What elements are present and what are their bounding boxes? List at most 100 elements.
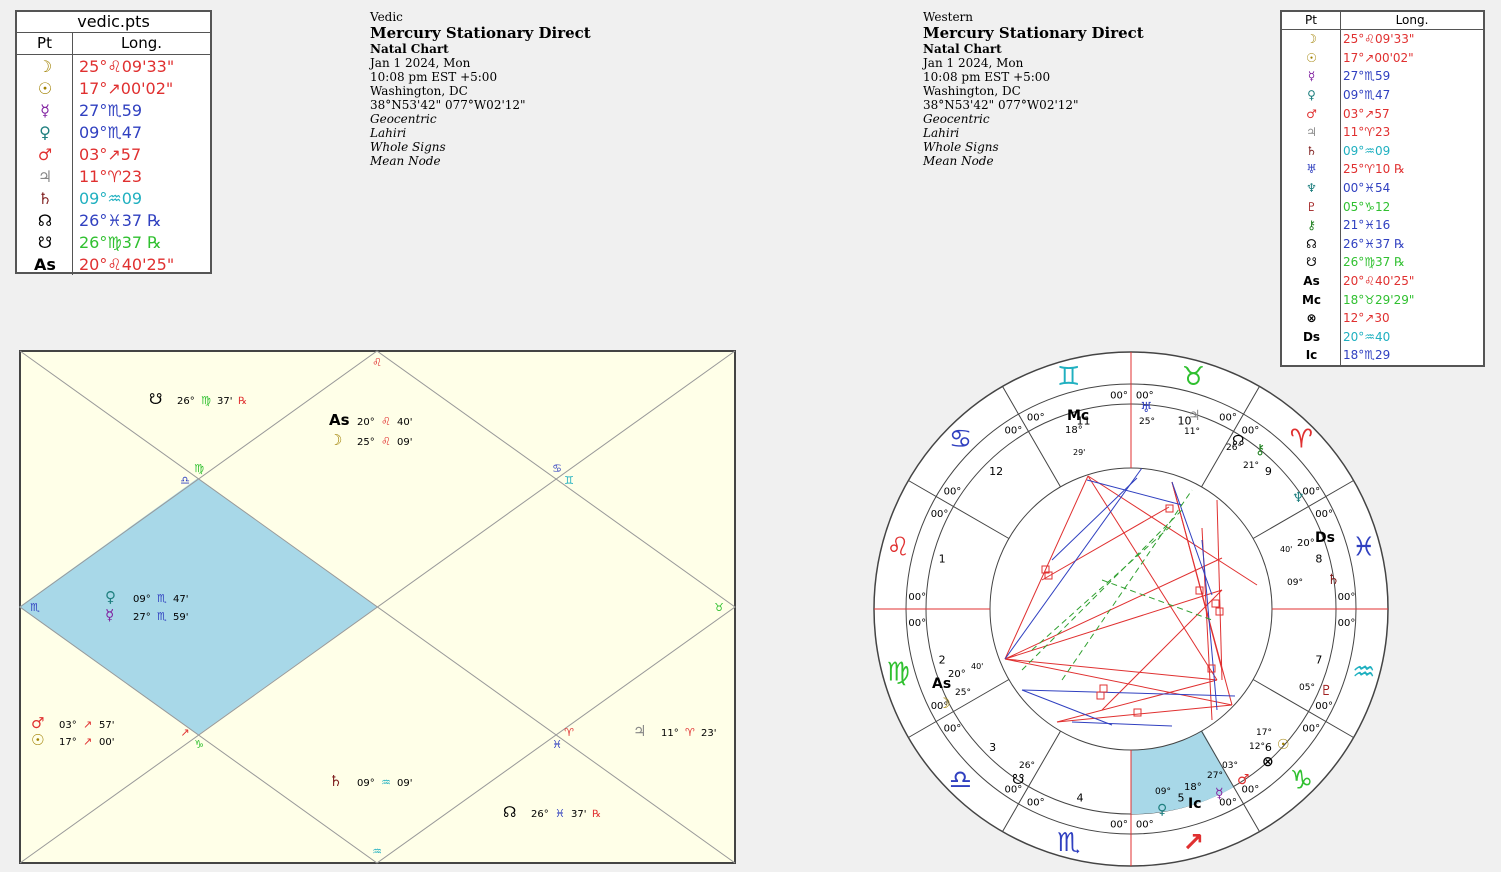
zodiac-sign-icon: ♋ (949, 425, 972, 455)
table-row: ♀ 09°♏47 (1282, 86, 1483, 105)
placement-degree: 11° (661, 728, 679, 739)
jupiter-deg: 11° (1184, 427, 1200, 437)
table-row: ☋ 26°♍37 ℞ (17, 231, 210, 253)
house-number: 9 (1265, 465, 1272, 478)
table-row: ☉ 17°↗00'02" (1282, 49, 1483, 68)
table-row: As 20°♌40'25" (17, 253, 210, 275)
cusp-degree-label: 00° (1315, 701, 1333, 712)
placement-sign: ♌ (381, 415, 391, 428)
venus-deg: 09° (1155, 787, 1171, 797)
placement-sign: ♍ (201, 394, 211, 407)
western-points-table: Pt Long. ☽ 25°♌09'33" ☉ 17°↗00'02" ☿ 27°♏59 ♀ 0… (1280, 10, 1485, 367)
col-long-header: Long. (120, 34, 163, 52)
point-longitude: 17°↗00'02" (1343, 50, 1414, 65)
zodiac-sign-icon: ↗ (1182, 828, 1204, 858)
mercury-glyph: ☿ (1215, 786, 1224, 802)
placement-minute: 57' (99, 720, 114, 731)
placement-sign: ♒ (381, 776, 391, 789)
placement-sign: ♌ (381, 435, 391, 448)
chart-coords: 38°N53'42" 077°W02'12" (370, 98, 526, 112)
south-node-glyph: ☋ (1012, 772, 1024, 788)
chart-ayanamsa: Lahiri (923, 126, 960, 140)
planet-glyph-icon: ♄ (329, 772, 342, 790)
zodiac-sign-icon: ♊ (1057, 362, 1080, 392)
cusp-degree-label: 00° (1219, 413, 1237, 424)
sign-marker-sagittarius: ↗ (180, 726, 189, 739)
uranus-glyph: ♅ (1140, 400, 1153, 416)
point-glyph-icon: ♃ (1306, 125, 1317, 140)
chart-date: Jan 1 2024, Mon (370, 56, 471, 70)
venus-glyph: ♀ (1157, 802, 1167, 818)
info-label: Western (923, 10, 974, 24)
mc-minute: 29' (1073, 448, 1085, 457)
chiron-deg: 21° (1243, 461, 1259, 471)
saturn-glyph: ♄ (1327, 572, 1340, 588)
point-glyph-icon: ⊗ (1306, 311, 1317, 326)
table-row: ♃ 11°♈23 (1282, 123, 1483, 142)
point-longitude: 03°↗57 (79, 144, 142, 164)
part-of-fortune-glyph: ⊗ (1262, 754, 1274, 770)
point-longitude: 09°♒09 (1343, 143, 1391, 158)
chiron-glyph: ⚷ (1255, 442, 1265, 458)
placement-degree: 27° (133, 612, 151, 623)
neptune-glyph: ♆ (1292, 490, 1305, 506)
table-row: ⊗ 12°↗30 (1282, 309, 1483, 328)
table-row: ☽ 25°♌09'33" (17, 55, 210, 77)
point-glyph-icon: ⚷ (1307, 218, 1316, 233)
sign-marker-cancer: ♋ (552, 462, 562, 475)
placement-sign: ↗ (83, 718, 92, 731)
point-longitude: 18°♉29'29" (1343, 292, 1415, 307)
chart-ayanamsa: Lahiri (370, 126, 407, 140)
point-glyph-icon: ♀ (39, 122, 51, 142)
house-number: 2 (939, 653, 946, 666)
cusp-degree-label: 00° (1027, 413, 1045, 424)
planet-glyph-icon: ☉ (31, 731, 44, 749)
sun-glyph: ☉ (1277, 737, 1290, 753)
sign-marker-gemini: ♊ (564, 474, 574, 487)
vedic-table-header: Pt Long. (17, 33, 210, 55)
cusp-degree-label: 00° (1302, 487, 1320, 498)
placement-minute: 37' (571, 809, 586, 820)
western-chart-wheel[interactable]: 1234 56789101112 00°00°00°00°00°00°00°00°… (872, 350, 1390, 868)
point-glyph-icon: ♂ (37, 144, 53, 164)
table-row: ☽ 25°♌09'33" (1282, 30, 1483, 49)
chart-coords: 38°N53'42" 077°W02'12" (923, 98, 1079, 112)
table-row: ☉ 17°↗00'02" (17, 77, 210, 99)
mc-label: Mc (1067, 408, 1089, 424)
point-glyph-icon: ☿ (40, 100, 50, 120)
point-longitude: 12°↗30 (1343, 311, 1390, 326)
vedic-north-indian-chart[interactable]: ♌ ♍ ♎ ♋ ♊ ♏ ♉ ↗ ♑ ♈ ♓ ♒ ☋ 26° ♍ 37' ℞ As 20° ♌ 4… (19, 350, 736, 864)
chart-time: 10:08 pm EST +5:00 (923, 70, 1051, 84)
point-glyph-icon: Ds (1302, 329, 1321, 344)
mars-deg: 03° (1222, 761, 1238, 771)
chart-house-system: Whole Signs (370, 140, 446, 154)
placement-minute: 59' (173, 612, 188, 623)
planet-glyph-icon: ☿ (105, 606, 114, 624)
point-longitude: 27°♏59 (1343, 69, 1391, 84)
uranus-deg: 25° (1139, 417, 1155, 427)
placement-sign: ♓ (555, 807, 565, 820)
point-longitude: 26°♓37 ℞ (1343, 236, 1405, 251)
placement-minute: 47' (173, 594, 188, 605)
jupiter-glyph: ♃ (1188, 408, 1201, 424)
retrograde-marker: ℞ (592, 809, 601, 820)
western-chart-info: Western Mercury Stationary Direct Natal … (923, 10, 1144, 168)
table-row: ☿ 27°♏59 (1282, 67, 1483, 86)
saturn-deg: 09° (1287, 578, 1303, 588)
placement-sign: ↗ (83, 735, 92, 748)
point-longitude: 20°♒40 (1343, 329, 1391, 344)
table-row: ♀ 09°♏47 (17, 121, 210, 143)
point-longitude: 09°♏47 (79, 122, 143, 142)
table-row: ♇ 05°♑12 (1282, 197, 1483, 216)
chart-node: Mean Node (923, 154, 994, 168)
cusp-degree-label: 00° (1338, 592, 1356, 603)
point-longitude: 25°♈10 ℞ (1343, 162, 1405, 177)
zodiac-sign-icon: ♒ (1352, 657, 1375, 687)
moon-deg: 25° (955, 688, 971, 698)
as-minute: 40' (971, 662, 983, 671)
retrograde-marker: ℞ (238, 396, 247, 407)
western-table-header: Pt Long. (1282, 12, 1483, 30)
point-longitude: 03°↗57 (1343, 106, 1390, 121)
zodiac-sign-icon: ♓ (1352, 533, 1375, 563)
placement-minute: 23' (701, 728, 716, 739)
